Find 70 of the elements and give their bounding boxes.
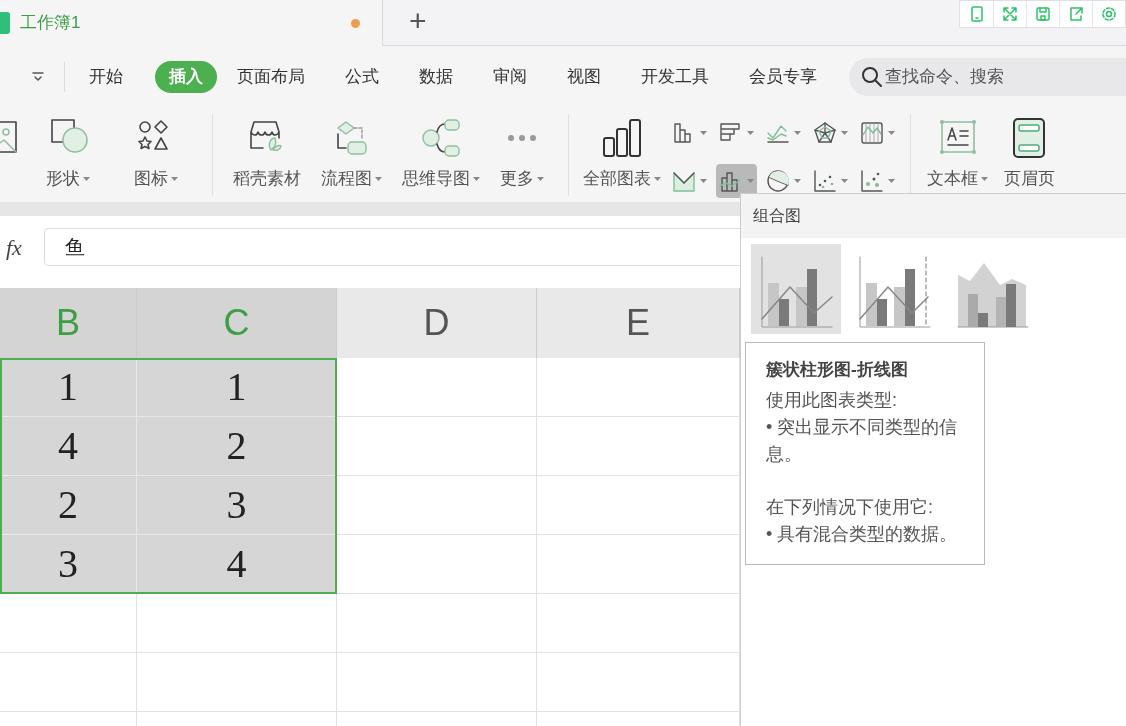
ribbon-tab[interactable]: 审阅 — [485, 61, 535, 93]
search-field[interactable]: 查找命令、搜索 — [849, 58, 1126, 96]
tooltip-text: • 突出显示不同类型的信息。 — [766, 415, 959, 466]
fullscreen-icon — [1001, 5, 1019, 23]
caret-icon — [888, 131, 895, 135]
function-label: fx — [5, 233, 23, 262]
ribbon-tab[interactable]: 数据 — [411, 61, 461, 93]
tooltip-text: 在下列情况下使用它: — [766, 495, 934, 519]
bubble-chart-icon — [860, 169, 884, 193]
search-icon — [861, 66, 883, 88]
chart-type-button[interactable] — [716, 164, 757, 198]
ribbon-tab[interactable]: 页面布局 — [229, 61, 313, 93]
caret-icon — [747, 131, 754, 135]
radar-chart-icon — [813, 121, 837, 145]
toolbar-button[interactable]: 思维导图 — [392, 108, 490, 202]
toolbar-button[interactable]: 图标 — [116, 108, 196, 202]
tooltip-title: 簇状柱形图-折线图 — [766, 359, 909, 381]
column-header[interactable]: D — [337, 288, 537, 358]
table-cell: 4 — [137, 535, 337, 594]
more-icon — [507, 134, 537, 142]
picture-icon — [0, 120, 20, 156]
share-icon — [1067, 5, 1085, 23]
caret-icon — [83, 176, 90, 181]
caret-icon — [794, 179, 801, 183]
caret-icon — [981, 176, 988, 181]
ribbon-tab[interactable]: 会员专享 — [741, 61, 825, 93]
caret-icon — [747, 179, 754, 183]
table-cell: 1 — [0, 358, 137, 417]
caret-icon — [841, 179, 848, 183]
table-cell: 1 — [137, 358, 337, 417]
caret-icon — [888, 179, 895, 183]
mind-map-icon — [421, 118, 461, 158]
caret-icon — [841, 131, 848, 135]
ribbon-tab[interactable]: 视图 — [559, 61, 609, 93]
settings-icon — [1100, 5, 1118, 23]
table-cell: 3 — [0, 535, 137, 594]
app-logo-icon — [0, 12, 10, 34]
toolbar-button[interactable]: 稻壳素材 — [223, 108, 311, 202]
chart-type-option[interactable] — [751, 244, 841, 334]
column-header[interactable]: E — [537, 288, 740, 358]
scatter-chart-icon — [813, 169, 837, 193]
toolbar-button[interactable]: 更多 — [490, 108, 554, 202]
table-cell: 2 — [0, 476, 137, 535]
combo-chart-icon — [719, 169, 743, 193]
table-cell: 2 — [137, 417, 337, 476]
tab-title: 工作簿1 — [20, 12, 81, 35]
caret-icon — [700, 131, 707, 135]
save-icon — [1034, 5, 1052, 23]
table-cell: 4 — [0, 417, 137, 476]
bar-chart-icon — [602, 118, 642, 158]
toolbar-button[interactable]: 文本框 — [919, 108, 996, 202]
collapse-icon — [32, 72, 44, 82]
ribbon-tab[interactable]: 开发工具 — [633, 61, 717, 93]
caret-icon — [654, 176, 661, 181]
caret-icon — [700, 179, 707, 183]
pie-chart-icon — [766, 169, 790, 193]
toolbar-button[interactable]: 形状 — [28, 108, 108, 202]
toolbar-button[interactable]: 全部图表 — [583, 108, 661, 202]
stock-chart-icon — [860, 121, 884, 145]
ribbon-tab[interactable]: 开始 — [81, 61, 131, 93]
tooltip-text: • 具有混合类型的数据。 — [766, 522, 959, 546]
table-cell: 3 — [137, 476, 337, 535]
panel-title: 组合图 — [753, 206, 801, 226]
tooltip-text: 使用此图表类型: — [766, 388, 898, 412]
caret-icon — [794, 131, 801, 135]
ribbon-tab[interactable]: 公式 — [337, 61, 387, 93]
area-chart-icon — [672, 169, 696, 193]
new-tab-button[interactable]: + — [409, 6, 427, 36]
toolbar-button[interactable]: 流程图 — [311, 108, 392, 202]
caret-icon — [171, 176, 178, 181]
